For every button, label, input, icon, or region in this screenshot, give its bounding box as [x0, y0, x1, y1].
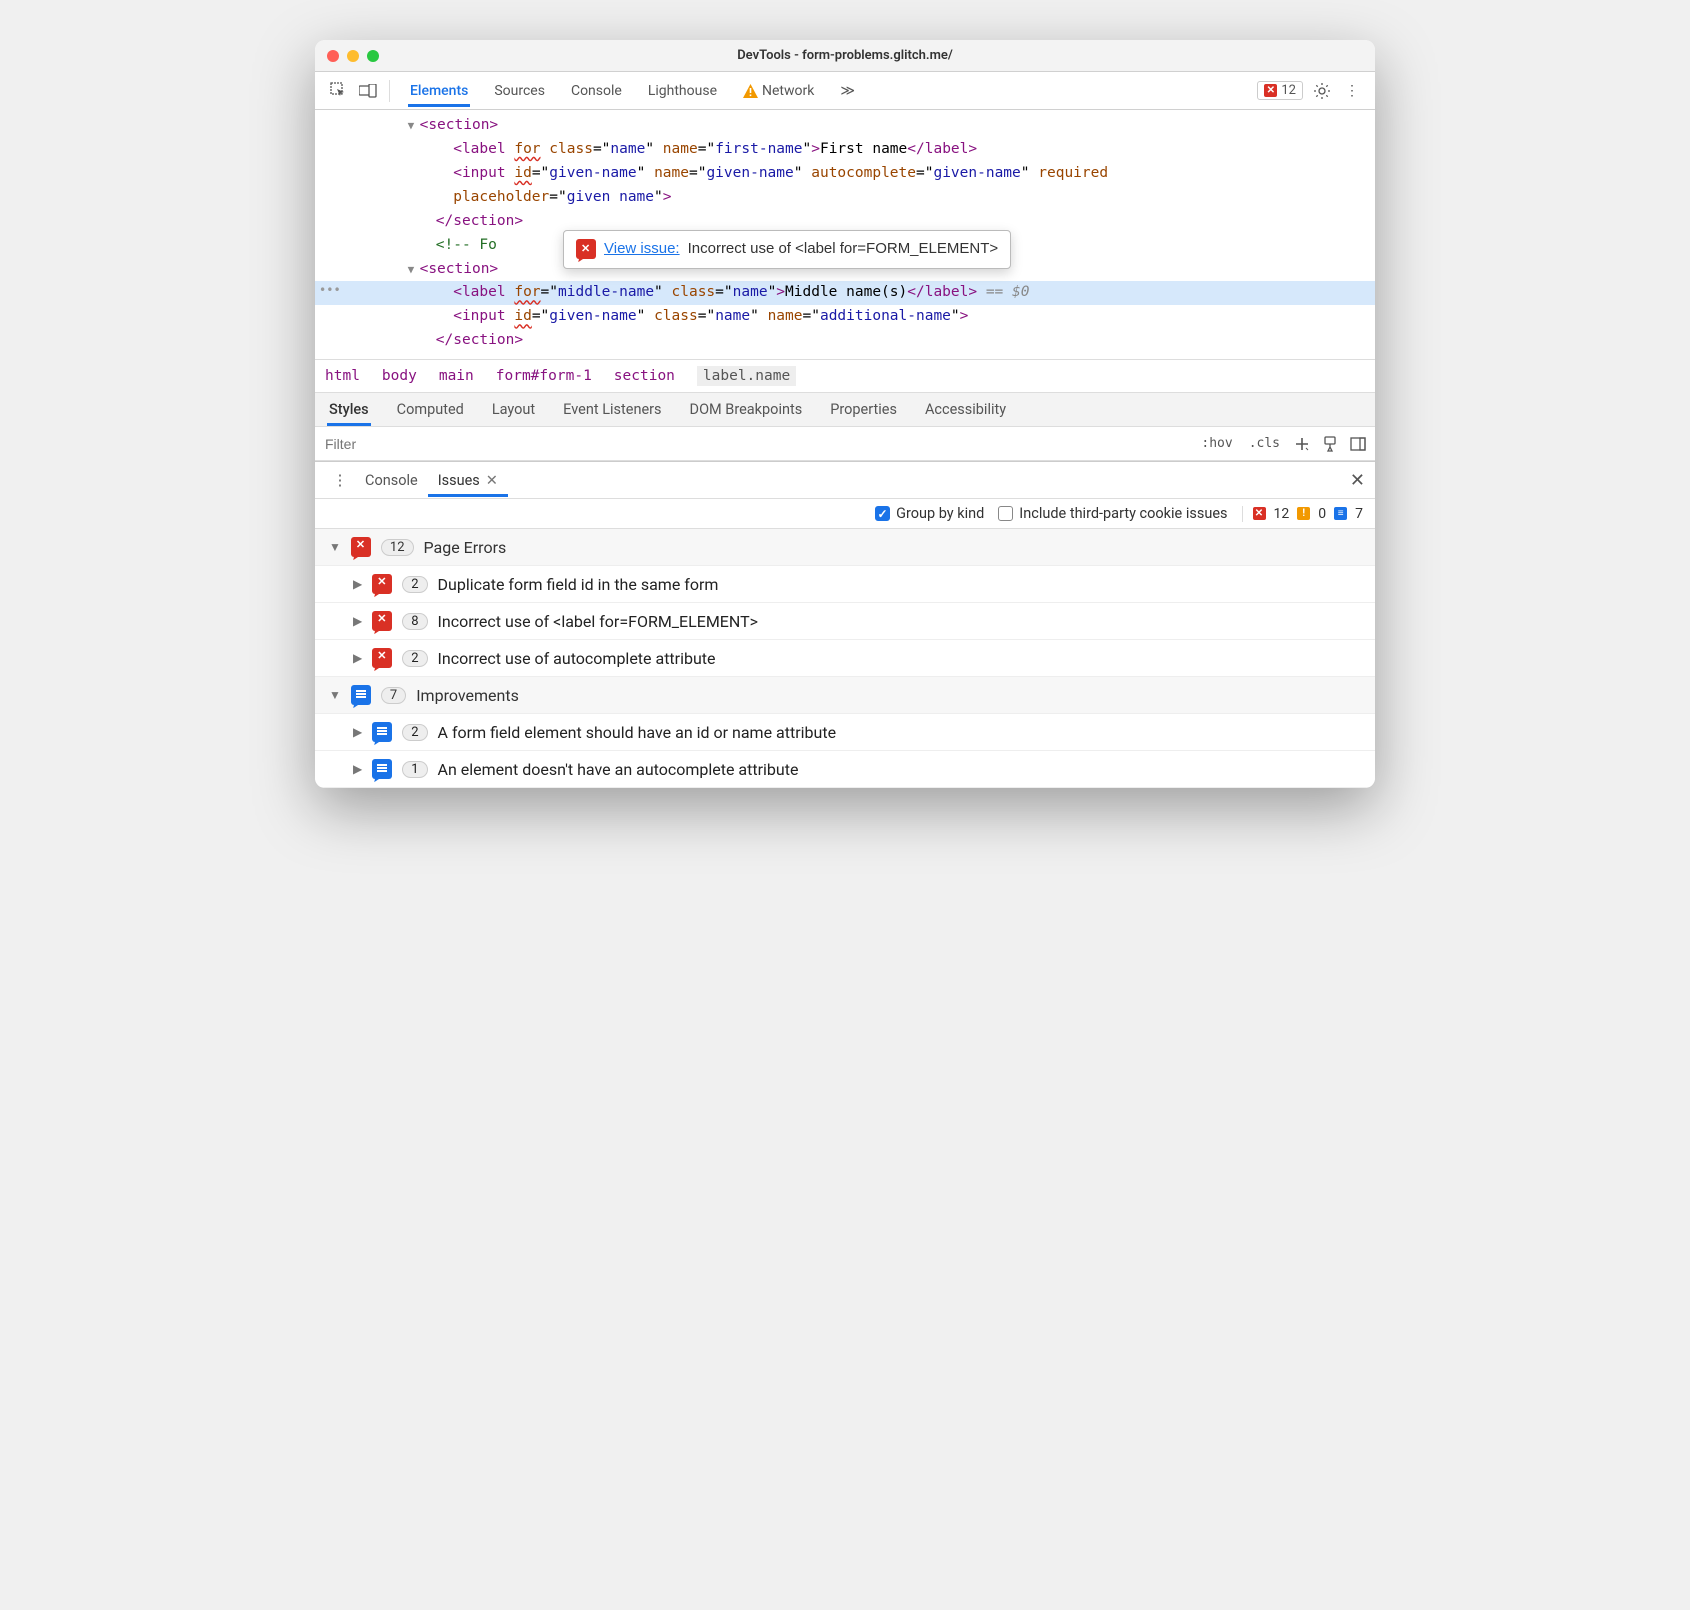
dom-node-selected[interactable]: ••• <label for="middle-name" class="name…	[315, 281, 1375, 305]
more-actions-icon[interactable]: •••	[315, 281, 341, 301]
count-badge: 7	[381, 687, 406, 704]
filter-input[interactable]	[315, 436, 1193, 452]
paint-icon[interactable]	[1319, 433, 1341, 455]
toggle-sidebar-icon[interactable]	[1347, 433, 1369, 455]
styles-filter-bar: :hov .cls	[315, 427, 1375, 461]
error-icon: ✕	[1253, 507, 1266, 520]
elements-panel[interactable]: ▼<section> <label for class="name" name=…	[315, 110, 1375, 359]
tab-accessibility[interactable]: Accessibility	[923, 393, 1008, 426]
inspector-tabs: Styles Computed Layout Event Listeners D…	[315, 393, 1375, 427]
more-tabs[interactable]: ≫	[838, 75, 857, 107]
breadcrumb-item[interactable]: main	[439, 368, 474, 384]
tab-console[interactable]: Console	[569, 75, 624, 107]
tab-sources[interactable]: Sources	[492, 75, 547, 107]
error-count-badge[interactable]: ✕ 12	[1257, 81, 1303, 100]
breadcrumb-item[interactable]: html	[325, 368, 360, 384]
issue-group-errors: ▼ 12 Page Errors ▶ 2 Duplicate form fiel…	[315, 529, 1375, 677]
error-icon: ✕	[1264, 84, 1277, 97]
chevron-right-icon: ▶	[353, 651, 362, 665]
tab-elements[interactable]: Elements	[408, 75, 470, 107]
device-toggle-icon[interactable]	[357, 80, 379, 102]
drawer-tabs: ⋮ Console Issues ✕ ✕	[315, 461, 1375, 499]
issues-toolbar: Group by kind Include third-party cookie…	[315, 499, 1375, 529]
chevron-right-icon: ▶	[353, 577, 362, 591]
tab-dom-breakpoints[interactable]: DOM Breakpoints	[688, 393, 805, 426]
issue-item[interactable]: ▶ 1 An element doesn't have an autocompl…	[315, 750, 1375, 787]
panel-tabs: Elements Sources Console Lighthouse Netw…	[408, 75, 857, 107]
tab-lighthouse[interactable]: Lighthouse	[646, 75, 719, 107]
tab-properties[interactable]: Properties	[828, 393, 899, 426]
group-toggle-errors[interactable]: ▼ 12 Page Errors	[315, 529, 1375, 565]
new-style-rule-icon[interactable]	[1291, 433, 1313, 455]
count-badge: 12	[381, 539, 414, 556]
group-by-kind-checkbox[interactable]: Group by kind	[875, 505, 984, 522]
chevron-right-icon: ▶	[353, 614, 362, 628]
tab-styles[interactable]: Styles	[327, 393, 371, 426]
cls-toggle[interactable]: .cls	[1241, 436, 1288, 451]
drawer-tab-console[interactable]: Console	[355, 464, 428, 497]
settings-icon[interactable]	[1311, 80, 1333, 102]
dom-node[interactable]: <input id="given-name" class="name" name…	[315, 305, 1375, 329]
tooltip-text: Incorrect use of <label for=FORM_ELEMENT…	[688, 237, 999, 262]
info-bubble-icon	[372, 759, 392, 779]
error-bubble-icon	[372, 574, 392, 594]
group-label: Page Errors	[424, 538, 507, 557]
third-party-checkbox[interactable]: Include third-party cookie issues	[998, 505, 1227, 522]
chevron-down-icon: ▼	[329, 688, 341, 702]
drawer-close-icon[interactable]: ✕	[1350, 470, 1365, 491]
chevron-right-icon: ▶	[353, 725, 362, 739]
tab-layout[interactable]: Layout	[490, 393, 537, 426]
error-bubble-icon	[351, 537, 371, 557]
dom-node[interactable]: <label for class="name" name="first-name…	[315, 138, 1375, 162]
titlebar: DevTools - form-problems.glitch.me/	[315, 40, 1375, 72]
checkbox-icon	[875, 506, 890, 521]
window-title: DevTools - form-problems.glitch.me/	[315, 48, 1375, 63]
info-icon: ≡	[1334, 507, 1347, 520]
issue-item[interactable]: ▶ 2 Duplicate form field id in the same …	[315, 565, 1375, 602]
info-bubble-icon	[351, 685, 371, 705]
chevron-down-icon: ▼	[329, 540, 341, 554]
dom-node[interactable]: ▼<section>	[315, 114, 1375, 138]
error-bubble-icon	[576, 239, 596, 259]
info-bubble-icon	[372, 722, 392, 742]
warning-icon	[743, 84, 758, 98]
breadcrumb-item-current[interactable]: label.name	[697, 366, 796, 386]
breadcrumb-item[interactable]: section	[614, 368, 675, 384]
issue-tooltip: View issue: Incorrect use of <label for=…	[563, 230, 1011, 269]
hov-toggle[interactable]: :hov	[1193, 436, 1240, 451]
chevron-right-icon: ▶	[353, 762, 362, 776]
inspect-icon[interactable]	[327, 80, 349, 102]
tab-network[interactable]: Network	[741, 75, 816, 107]
breadcrumb: html body main form#form-1 section label…	[315, 359, 1375, 393]
kebab-menu-icon[interactable]: ⋮	[1341, 80, 1363, 102]
close-icon[interactable]: ✕	[486, 472, 498, 489]
issue-item[interactable]: ▶ 2 Incorrect use of autocomplete attrib…	[315, 639, 1375, 676]
checkbox-icon	[998, 506, 1013, 521]
issue-item[interactable]: ▶ 2 A form field element should have an …	[315, 713, 1375, 750]
error-bubble-icon	[372, 648, 392, 668]
tab-computed[interactable]: Computed	[395, 393, 466, 426]
issue-item[interactable]: ▶ 8 Incorrect use of <label for=FORM_ELE…	[315, 602, 1375, 639]
drawer-tab-issues[interactable]: Issues ✕	[428, 464, 508, 497]
drawer-kebab-icon[interactable]: ⋮	[329, 469, 351, 491]
issue-group-improvements: ▼ 7 Improvements ▶ 2 A form field elemen…	[315, 677, 1375, 788]
breadcrumb-item[interactable]: form#form-1	[496, 368, 592, 384]
dom-node[interactable]: <input id="given-name" name="given-name"…	[315, 162, 1375, 186]
group-toggle-improvements[interactable]: ▼ 7 Improvements	[315, 677, 1375, 713]
breadcrumb-item[interactable]: body	[382, 368, 417, 384]
view-issue-link[interactable]: View issue:	[604, 237, 680, 262]
dom-node[interactable]: </section>	[315, 329, 1375, 353]
dom-node[interactable]: placeholder="given name">	[315, 186, 1375, 210]
issue-counts: ✕12 !0 ≡7	[1242, 506, 1364, 522]
tab-event-listeners[interactable]: Event Listeners	[561, 393, 663, 426]
main-toolbar: Elements Sources Console Lighthouse Netw…	[315, 72, 1375, 110]
warning-icon: !	[1297, 507, 1310, 520]
group-label: Improvements	[416, 686, 519, 705]
error-bubble-icon	[372, 611, 392, 631]
